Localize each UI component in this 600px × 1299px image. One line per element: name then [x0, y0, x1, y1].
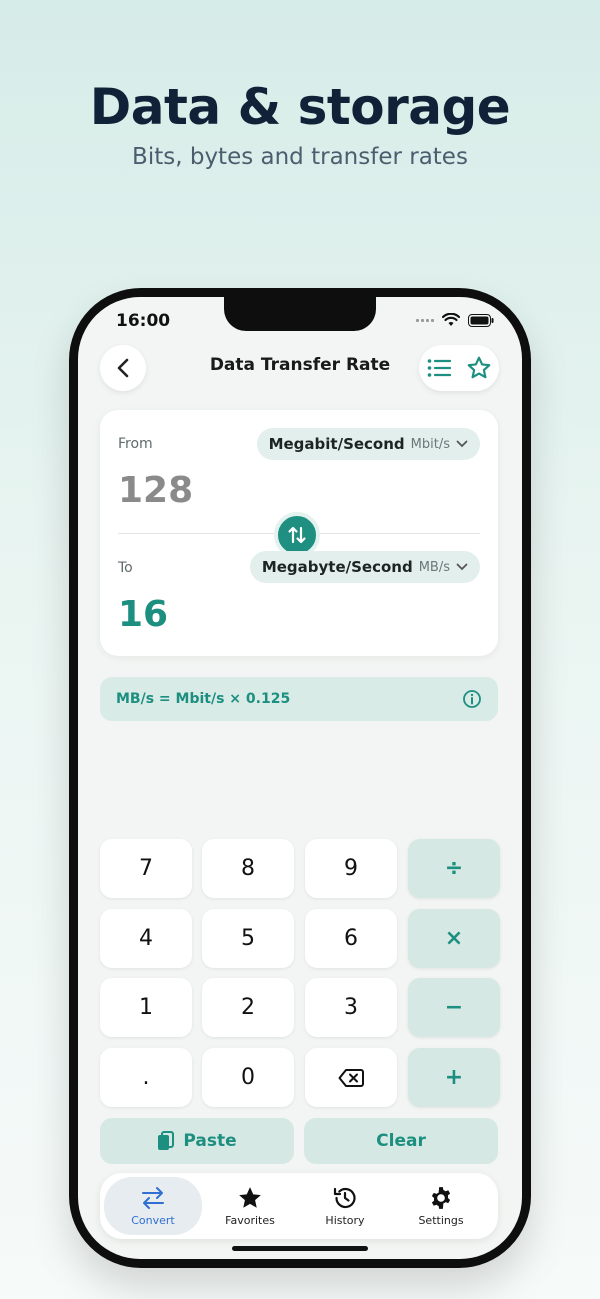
key-label: 6 — [344, 926, 358, 951]
key-label: − — [444, 995, 464, 1020]
from-label: From — [118, 436, 153, 452]
key-0[interactable]: 0 — [202, 1048, 294, 1107]
tab-history[interactable]: History — [296, 1177, 394, 1235]
chevron-down-icon — [456, 563, 468, 571]
notch — [224, 297, 376, 331]
key-label: . — [142, 1065, 150, 1090]
key-decimal[interactable]: . — [100, 1048, 192, 1107]
backspace-icon — [338, 1068, 364, 1087]
key-label: + — [444, 1065, 464, 1090]
signal-icon — [416, 318, 434, 322]
key-label: × — [444, 926, 464, 951]
key-label: 2 — [241, 995, 255, 1020]
history-icon — [333, 1187, 356, 1209]
formula-bar: MB/s = Mbit/s × 0.125 — [100, 677, 498, 721]
key-6[interactable]: 6 — [305, 909, 397, 968]
tab-history-label: History — [325, 1214, 365, 1227]
key-label: 3 — [344, 995, 358, 1020]
key-7[interactable]: 7 — [100, 839, 192, 898]
to-unit-abbr: MB/s — [418, 559, 450, 575]
tab-convert[interactable]: Convert — [104, 1177, 202, 1235]
star-icon — [239, 1187, 261, 1208]
key-label: 0 — [241, 1065, 255, 1090]
key-3[interactable]: 3 — [305, 978, 397, 1037]
key-label: 8 — [241, 856, 255, 881]
key-divide[interactable]: ÷ — [408, 839, 500, 898]
key-multiply[interactable]: × — [408, 909, 500, 968]
from-unit-selector[interactable]: Megabit/Second Mbit/s — [256, 428, 480, 460]
phone-frame: 16:00 Data Transfer Rate From Megabit/Se… — [69, 288, 531, 1268]
key-2[interactable]: 2 — [202, 978, 294, 1037]
from-value[interactable]: 128 — [118, 470, 193, 511]
tab-settings-label: Settings — [418, 1214, 464, 1227]
key-label: 1 — [139, 995, 153, 1020]
paste-button[interactable]: Paste — [100, 1118, 294, 1164]
key-5[interactable]: 5 — [202, 909, 294, 968]
key-subtract[interactable]: − — [408, 978, 500, 1037]
key-1[interactable]: 1 — [100, 978, 192, 1037]
info-icon[interactable] — [462, 689, 482, 709]
paste-label: Paste — [183, 1131, 237, 1151]
key-backspace[interactable] — [305, 1048, 397, 1107]
status-icons — [416, 313, 494, 327]
key-9[interactable]: 9 — [305, 839, 397, 898]
clear-label: Clear — [376, 1131, 426, 1151]
home-indicator — [232, 1246, 368, 1251]
key-add[interactable]: + — [408, 1048, 500, 1107]
status-time: 16:00 — [116, 311, 171, 331]
header-actions — [419, 345, 499, 391]
from-unit-abbr: Mbit/s — [410, 436, 450, 452]
key-label: 7 — [139, 856, 153, 881]
key-8[interactable]: 8 — [202, 839, 294, 898]
key-label: 9 — [344, 856, 358, 881]
clear-button[interactable]: Clear — [304, 1118, 498, 1164]
swap-vertical-icon — [288, 526, 306, 544]
to-value: 16 — [118, 594, 169, 635]
clipboard-icon — [158, 1131, 175, 1150]
gear-icon — [431, 1187, 451, 1209]
wifi-icon — [442, 313, 460, 326]
tab-settings[interactable]: Settings — [392, 1177, 490, 1235]
to-unit-name: Megabyte/Second — [261, 558, 413, 576]
key-label: ÷ — [444, 856, 464, 881]
from-unit-name: Megabit/Second — [268, 435, 405, 453]
promo-headline: Data & storage — [89, 78, 511, 136]
tab-bar: Convert Favorites History Settings — [100, 1173, 498, 1239]
key-label: 5 — [241, 926, 255, 951]
promo-subheadline: Bits, bytes and transfer rates — [132, 144, 468, 170]
formula-text: MB/s = Mbit/s × 0.125 — [116, 691, 291, 707]
tab-convert-label: Convert — [131, 1214, 175, 1227]
star-outline-icon[interactable] — [466, 355, 492, 381]
tab-favorites[interactable]: Favorites — [201, 1177, 299, 1235]
list-icon[interactable] — [427, 358, 451, 378]
app-screen: 16:00 Data Transfer Rate From Megabit/Se… — [78, 297, 522, 1259]
converter-card: From Megabit/Second Mbit/s 128 To Megaby… — [100, 410, 498, 656]
chevron-down-icon — [456, 440, 468, 448]
to-label: To — [118, 560, 133, 576]
key-4[interactable]: 4 — [100, 909, 192, 968]
swap-arrows-icon — [142, 1187, 164, 1209]
to-unit-selector[interactable]: Megabyte/Second MB/s — [249, 551, 480, 583]
tab-favorites-label: Favorites — [225, 1214, 275, 1227]
battery-icon — [468, 313, 494, 327]
key-label: 4 — [139, 926, 153, 951]
